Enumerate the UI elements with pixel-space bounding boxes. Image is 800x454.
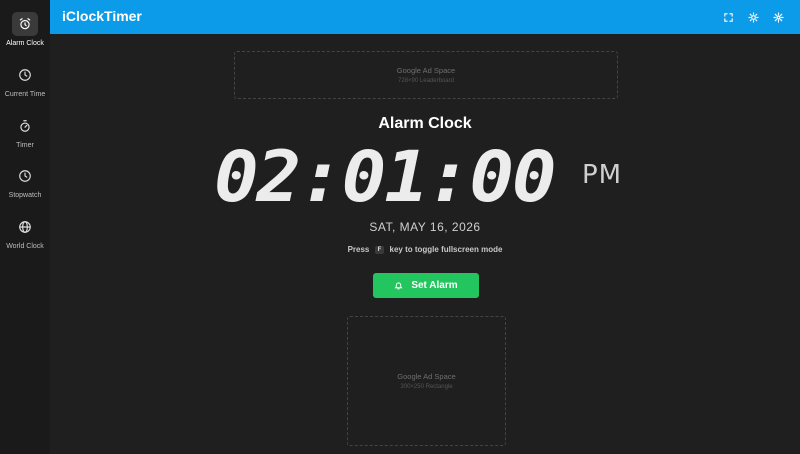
sidebar: Alarm Clock Current Time Timer Stopwatch… xyxy=(0,0,50,454)
sidebar-item-label: Alarm Clock xyxy=(6,40,44,47)
fullscreen-hint: Press F key to toggle fullscreen mode xyxy=(50,245,800,254)
sidebar-item-label: Current Time xyxy=(4,91,46,98)
sidebar-item-world-clock[interactable]: World Clock xyxy=(0,203,50,253)
current-date: SAT, MAY 16, 2026 xyxy=(369,220,481,234)
clock-icon xyxy=(12,63,38,87)
hint-prefix: Press xyxy=(347,245,370,254)
ad-subtitle: 300×250 Rectangle xyxy=(400,384,453,390)
ad-leaderboard: Google Ad Space 728×90 Leaderboard xyxy=(234,51,618,99)
keyboard-key: F xyxy=(374,245,385,254)
set-alarm-label: Set Alarm xyxy=(411,280,458,291)
ad-title: Google Ad Space xyxy=(397,372,456,381)
clock-time: 02:01:00 xyxy=(214,136,557,218)
set-alarm-button[interactable]: Set Alarm xyxy=(373,273,479,298)
hint-suffix: key to toggle fullscreen mode xyxy=(389,245,503,254)
sidebar-item-stopwatch[interactable]: Stopwatch xyxy=(0,152,50,202)
clock-icon xyxy=(12,164,38,188)
sidebar-item-alarm-clock[interactable]: Alarm Clock xyxy=(0,0,50,50)
app-window: Alarm Clock Current Time Timer Stopwatch… xyxy=(0,0,800,454)
theme-toggle-button[interactable] xyxy=(745,9,761,25)
gear-icon xyxy=(772,11,784,23)
settings-button[interactable] xyxy=(770,9,786,25)
page-title: Alarm Clock xyxy=(378,115,472,132)
fullscreen-button[interactable] xyxy=(720,9,736,25)
clock-display: 02:01:00 PM xyxy=(214,142,634,212)
top-bar: iClockTimer xyxy=(50,0,800,34)
sun-icon xyxy=(747,11,759,23)
sidebar-item-label: World Clock xyxy=(6,243,44,250)
fullscreen-icon xyxy=(723,12,733,22)
sidebar-item-current-time[interactable]: Current Time xyxy=(0,51,50,101)
alarm-clock-icon xyxy=(12,12,38,36)
stopwatch-icon xyxy=(12,114,38,138)
bell-icon xyxy=(394,282,403,290)
clock-ampm: PM xyxy=(582,160,623,190)
sidebar-item-label: Stopwatch xyxy=(8,192,42,199)
globe-icon xyxy=(12,215,38,239)
ad-subtitle: 728×90 Leaderboard xyxy=(398,78,454,84)
ad-rectangle: Google Ad Space 300×250 Rectangle xyxy=(347,316,506,446)
sidebar-item-label: Timer xyxy=(16,142,34,149)
app-title: iClockTimer xyxy=(62,8,142,24)
sidebar-item-timer[interactable]: Timer xyxy=(0,102,50,152)
ad-title: Google Ad Space xyxy=(396,66,456,75)
